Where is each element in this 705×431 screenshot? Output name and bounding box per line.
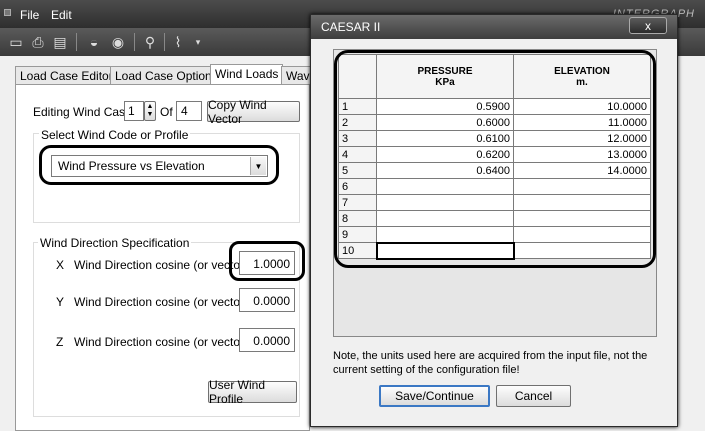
eye-icon[interactable]: ◉ bbox=[108, 32, 128, 52]
tab-wave[interactable]: Wav bbox=[281, 66, 311, 84]
save-icon[interactable]: ▭ bbox=[6, 32, 26, 52]
tab-load-case-editor[interactable]: Load Case Editor bbox=[15, 66, 118, 84]
y-direction-label: Wind Direction cosine (or vector) bbox=[74, 295, 249, 309]
x-axis-label: X bbox=[56, 258, 65, 272]
wind-code-highlight bbox=[39, 145, 279, 185]
menu-file[interactable]: File bbox=[20, 8, 39, 22]
wind-direction-group-label: Wind Direction Specification bbox=[38, 236, 192, 250]
menu-edit[interactable]: Edit bbox=[51, 8, 72, 22]
units-note: Note, the units used here are acquired f… bbox=[333, 350, 648, 376]
pressure-elevation-grid: PRESSURE KPa ELEVATION m. 1 0.5900 10.0000… bbox=[333, 49, 657, 337]
wind-case-input[interactable]: 1 bbox=[124, 101, 144, 121]
save-continue-button[interactable]: Save/Continue bbox=[379, 385, 490, 407]
dialog-title: CAESAR II bbox=[321, 20, 381, 34]
x-direction-highlight bbox=[229, 241, 305, 281]
wind-loads-panel: Editing Wind Case 1 ▲ ▼ Of 4 Copy Wind Ve… bbox=[15, 84, 310, 431]
window-menu-icon[interactable] bbox=[4, 9, 11, 16]
of-label: Of bbox=[160, 105, 173, 119]
print-preview-icon[interactable]: ▤ bbox=[50, 32, 70, 52]
wind-code-group-label: Select Wind Code or Profile bbox=[39, 128, 191, 142]
z-axis-label: Z bbox=[56, 335, 64, 349]
dialog-title-bar: CAESAR II x bbox=[311, 15, 677, 39]
tab-wind-loads[interactable]: Wind Loads bbox=[210, 64, 284, 85]
helmet-icon[interactable]: ◒ bbox=[84, 32, 104, 52]
cancel-button[interactable]: Cancel bbox=[496, 385, 571, 407]
z-direction-input[interactable]: 0.0000 bbox=[239, 328, 295, 352]
tab-load-case-options[interactable]: Load Case Options bbox=[110, 66, 223, 84]
toolbar-overflow-icon[interactable]: ▾ bbox=[188, 32, 208, 52]
editing-wind-case-label: Editing Wind Case bbox=[33, 105, 132, 119]
run-icon[interactable]: ⚲ bbox=[140, 32, 160, 52]
total-cases-field: 4 bbox=[176, 101, 202, 121]
table-highlight bbox=[334, 50, 656, 268]
z-direction-label: Wind Direction cosine (or vector) bbox=[74, 335, 249, 349]
copy-wind-vector-button[interactable]: Copy Wind Vector bbox=[207, 98, 300, 126]
user-wind-profile-button[interactable]: User Wind Profile bbox=[208, 378, 297, 406]
close-icon[interactable]: x bbox=[629, 17, 667, 34]
graph-icon[interactable]: ⌇ bbox=[168, 32, 188, 52]
caesar-dialog: CAESAR II x PRESSURE KPa ELEVATION m. 1 … bbox=[310, 14, 678, 427]
y-axis-label: Y bbox=[56, 295, 65, 309]
print-icon[interactable]: ⎙ bbox=[28, 32, 48, 52]
app-window: File Edit INTERGRAPH ▭ ⎙ ▤ ◒ ◉ ⚲ ⌇ ▾ Loa… bbox=[0, 0, 705, 431]
wind-case-spinner[interactable]: ▲ ▼ bbox=[144, 101, 156, 121]
x-direction-label: Wind Direction cosine (or vector) bbox=[74, 258, 249, 272]
y-direction-input[interactable]: 0.0000 bbox=[239, 288, 295, 312]
